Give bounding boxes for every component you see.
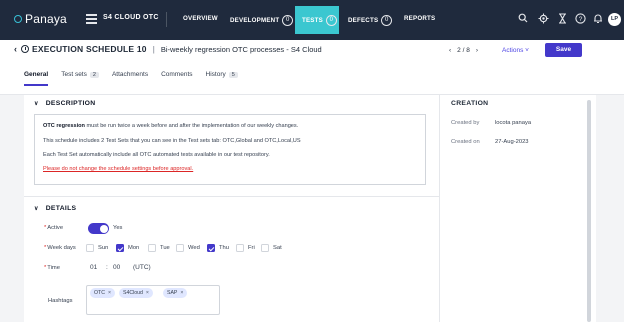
checkbox-fri[interactable] <box>236 244 244 252</box>
tab-comments[interactable]: Comments <box>161 71 192 86</box>
tab-history[interactable]: History 5 <box>206 71 238 86</box>
remove-tag-icon[interactable]: × <box>108 290 111 296</box>
hashtag-chip: SAP × <box>163 288 188 298</box>
pager-prev-icon[interactable]: ‹ <box>449 47 451 54</box>
nav-tests[interactable]: TESTS 0 <box>302 15 337 26</box>
created-by-label: Created by <box>451 120 480 126</box>
title-separator: | <box>152 44 155 54</box>
user-avatar[interactable]: LP <box>608 13 621 26</box>
back-chevron-icon[interactable]: ‹ <box>14 44 17 54</box>
nav-overview[interactable]: OVERVIEW <box>183 15 218 22</box>
defects-count-badge: 0 <box>381 15 393 26</box>
logo-ring-icon <box>14 15 22 23</box>
remove-tag-icon[interactable]: × <box>146 290 149 296</box>
pager-next-icon[interactable]: › <box>476 47 478 54</box>
actions-dropdown[interactable]: Actions ˅ <box>502 47 529 54</box>
created-on-value: 27-Aug-2023 <box>495 139 529 145</box>
description-line-3: Each Test Set automatically include all … <box>43 152 270 158</box>
description-section-header[interactable]: ∨ DESCRIPTION <box>34 100 95 107</box>
bell-icon[interactable] <box>592 13 604 25</box>
chevron-down-icon: ∨ <box>34 206 39 212</box>
time-minutes-input[interactable]: 00 <box>113 264 120 271</box>
time-colon: : <box>106 264 108 271</box>
history-count-badge: 5 <box>228 71 238 78</box>
day-thu[interactable]: Thu <box>207 244 229 252</box>
pager-position: 2 / 8 <box>457 47 470 54</box>
nav-divider <box>166 12 167 27</box>
test-sets-count-badge: 2 <box>89 71 99 78</box>
checkbox-sun[interactable] <box>86 244 94 252</box>
checkbox-mon[interactable] <box>116 244 124 252</box>
nav-development[interactable]: DEVELOPMENT 0 <box>230 15 294 26</box>
created-by-value: locota panaya <box>495 120 532 126</box>
chevron-down-icon: ˅ <box>525 47 529 54</box>
hourglass-icon[interactable] <box>556 13 568 25</box>
tab-bar: General Test sets 2 Attachments Comments … <box>24 71 251 86</box>
hashtag-chip: OTC × <box>90 288 115 298</box>
description-line-2: This schedule includes 2 Test Sets that … <box>43 138 301 144</box>
section-divider <box>24 196 439 197</box>
description-line-1: OTC regression must be run twice a week … <box>43 123 299 129</box>
nav-defects[interactable]: DEFECTS 0 <box>348 15 393 26</box>
hamburger-menu-icon[interactable] <box>86 14 97 24</box>
day-wed[interactable]: Wed <box>176 244 200 252</box>
active-value: Yes <box>113 225 123 231</box>
panaya-logo[interactable]: Panaya <box>14 12 67 26</box>
tab-test-sets[interactable]: Test sets 2 <box>61 71 99 86</box>
day-sat[interactable]: Sat <box>261 244 282 252</box>
hashtag-chip: S4Cloud × <box>119 288 153 298</box>
checkbox-thu[interactable] <box>207 244 215 252</box>
remove-tag-icon[interactable]: × <box>180 290 183 296</box>
time-label: *Time <box>44 265 60 271</box>
tab-general[interactable]: General <box>24 71 49 86</box>
help-icon[interactable]: ? <box>574 13 586 25</box>
page-subtitle[interactable]: Bi-weekly regression OTC processes - S4 … <box>161 45 322 54</box>
tests-count-badge: 0 <box>325 15 337 26</box>
chevron-down-icon: ∨ <box>34 101 39 107</box>
day-mon[interactable]: Mon <box>116 244 139 252</box>
time-zone: (UTC) <box>133 264 151 271</box>
tab-attachments[interactable]: Attachments <box>112 71 148 86</box>
hashtags-label: Hashtags <box>48 298 73 304</box>
active-toggle[interactable] <box>88 223 109 234</box>
save-button[interactable]: Save <box>545 43 582 57</box>
details-section-header[interactable]: ∨ DETAILS <box>34 205 76 212</box>
day-tue[interactable]: Tue <box>148 244 170 252</box>
time-hours-input[interactable]: 01 <box>90 264 97 271</box>
page-title: EXECUTION SCHEDULE 10 <box>32 44 147 54</box>
panel-divider <box>439 95 440 322</box>
record-pager: ‹ 2 / 8 › <box>449 47 484 54</box>
settings-icon[interactable] <box>537 13 549 25</box>
created-on-label: Created on <box>451 139 480 145</box>
logo-text: Panaya <box>25 12 67 26</box>
nav-reports[interactable]: REPORTS <box>404 15 435 22</box>
day-fri[interactable]: Fri <box>236 244 255 252</box>
day-sun[interactable]: Sun <box>86 244 108 252</box>
checkbox-wed[interactable] <box>176 244 184 252</box>
development-count-badge: 0 <box>282 15 294 26</box>
top-navbar: Panaya S4 CLOUD OTC OVERVIEW DEVELOPMENT… <box>0 0 624 40</box>
search-icon[interactable] <box>517 13 529 25</box>
scrollbar[interactable] <box>587 100 591 322</box>
project-name[interactable]: S4 CLOUD OTC <box>103 14 159 21</box>
checkbox-tue[interactable] <box>148 244 156 252</box>
description-warning: Please do not change the schedule settin… <box>43 166 194 172</box>
weekdays-label: *Week days <box>44 245 76 251</box>
svg-text:?: ? <box>578 16 582 23</box>
title-row: ‹ EXECUTION SCHEDULE 10 | Bi-weekly regr… <box>14 44 322 54</box>
creation-section-title: CREATION <box>451 100 489 107</box>
active-label: *Active <box>44 225 64 231</box>
checkbox-sat[interactable] <box>261 244 269 252</box>
schedule-clock-icon <box>21 45 29 53</box>
